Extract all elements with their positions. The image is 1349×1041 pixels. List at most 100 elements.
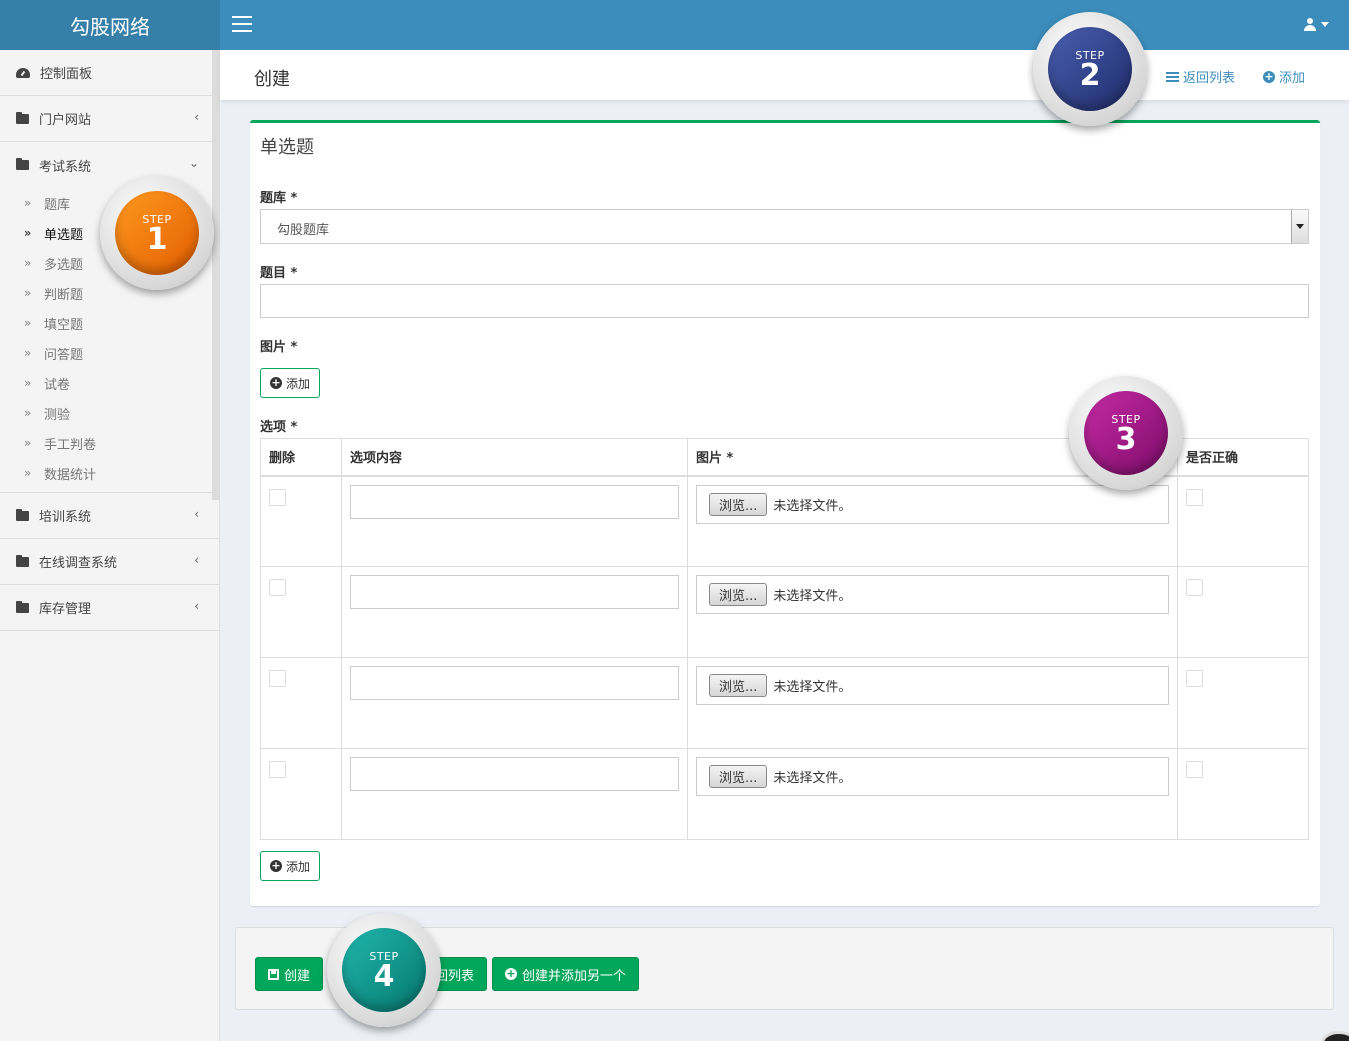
submenu-label: 多选题: [44, 257, 84, 273]
create-button[interactable]: 创建: [255, 957, 324, 991]
sidebar-item-exam[interactable]: 考试系统 ⌄: [0, 142, 219, 188]
submenu-item-quiz[interactable]: » 测验: [0, 398, 219, 428]
double-angle-icon: »: [24, 196, 32, 210]
table-row: 浏览... 未选择文件。: [260, 748, 1309, 840]
col-option-content: 选项内容: [341, 438, 688, 477]
table-row: 浏览... 未选择文件。: [260, 475, 1309, 567]
content-header: 创建 返回列表 + 添加: [220, 50, 1349, 100]
bank-label: 题库 *: [260, 191, 298, 206]
browse-button[interactable]: 浏览...: [709, 492, 768, 516]
double-angle-icon: »: [24, 316, 32, 330]
sidebar-item-label: 在线调查系统: [39, 556, 118, 571]
chevron-left-icon: ‹: [194, 599, 199, 613]
delete-checkbox[interactable]: [269, 761, 286, 778]
submenu-item-paper[interactable]: » 试卷: [0, 368, 219, 398]
dropdown-arrow-icon[interactable]: [1291, 210, 1308, 243]
delete-checkbox[interactable]: [269, 488, 286, 506]
option-content-input[interactable]: [350, 666, 679, 700]
double-angle-icon: »: [24, 406, 32, 420]
submenu-item-manual-grading[interactable]: » 手工判卷: [0, 428, 219, 458]
submenu-item-qa[interactable]: » 问答题: [0, 338, 219, 368]
double-angle-icon: »: [24, 256, 32, 270]
step-3-badge: STEP 3: [1069, 376, 1183, 490]
header-add-link[interactable]: + 添加: [1262, 67, 1305, 86]
sidebar-item-portal[interactable]: 门户网站 ‹: [0, 96, 219, 142]
brand-logo[interactable]: 勾股网络: [0, 0, 220, 50]
file-input[interactable]: 浏览... 未选择文件。: [696, 484, 1169, 524]
back-to-list-link[interactable]: 返回列表: [1165, 67, 1235, 86]
step-1-badge: STEP 1: [100, 176, 214, 290]
is-correct-checkbox[interactable]: [1186, 579, 1203, 596]
bank-select-value: 勾股题库: [277, 223, 330, 238]
plus-circle-icon: +: [1262, 69, 1275, 83]
file-input[interactable]: 浏览... 未选择文件。: [696, 757, 1169, 796]
browse-button[interactable]: 浏览...: [709, 674, 768, 697]
brand-text: 勾股网络: [70, 14, 150, 39]
submenu-label: 填空题: [44, 317, 84, 333]
chevron-down-icon: ⌄: [188, 156, 199, 170]
list-icon: [1165, 71, 1179, 82]
is-correct-checkbox[interactable]: [1186, 761, 1203, 778]
add-option-label: 添加: [285, 859, 310, 874]
submenu-label: 问答题: [44, 347, 84, 363]
back-to-list-label: 返回列表: [1182, 71, 1235, 86]
chevron-left-icon: ‹: [194, 110, 199, 124]
submenu-label: 测验: [44, 407, 71, 423]
sidebar-item-dashboard[interactable]: 控制面板: [0, 50, 219, 96]
sidebar-item-inventory[interactable]: 库存管理 ‹: [0, 585, 219, 631]
step-2-badge: STEP 2: [1033, 12, 1147, 126]
sidebar-item-training[interactable]: 培训系统 ‹: [0, 493, 219, 539]
browse-button[interactable]: 浏览...: [709, 583, 768, 606]
create-add-another-label: 创建并添加另一个: [522, 968, 627, 984]
header-add-label: 添加: [1278, 71, 1305, 86]
folder-icon: [16, 111, 29, 124]
menu-toggle-icon[interactable]: [232, 16, 252, 32]
step-number: 4: [373, 958, 395, 994]
file-input[interactable]: 浏览... 未选择文件。: [696, 666, 1169, 705]
table-row: 浏览... 未选择文件。: [260, 566, 1309, 658]
corner-widget[interactable]: [1321, 1031, 1349, 1041]
add-option-button[interactable]: + 添加: [260, 851, 320, 881]
step-number: 1: [146, 221, 168, 257]
add-image-label: 添加: [285, 376, 310, 391]
user-menu[interactable]: [1304, 18, 1329, 31]
user-icon: [1304, 18, 1316, 31]
is-correct-checkbox[interactable]: [1186, 488, 1203, 506]
folder-icon: [16, 600, 29, 613]
delete-checkbox[interactable]: [269, 670, 286, 687]
submenu-item-statistics[interactable]: » 数据统计: [0, 458, 219, 488]
submenu-item-fill-blank[interactable]: » 填空题: [0, 308, 219, 338]
submenu-item-true-false[interactable]: » 判断题: [0, 278, 219, 308]
create-label: 创建: [284, 968, 311, 984]
col-delete: 删除: [260, 438, 342, 477]
sidebar-item-label: 库存管理: [39, 602, 92, 617]
bank-select[interactable]: 勾股题库: [260, 209, 1309, 244]
plus-circle-icon: +: [269, 859, 282, 872]
chevron-left-icon: ‹: [194, 553, 199, 567]
create-and-add-another-button[interactable]: + 创建并添加另一个: [492, 957, 640, 991]
caret-down-icon: [1321, 22, 1329, 27]
question-label: 题目 *: [260, 266, 298, 281]
option-content-input[interactable]: [350, 484, 679, 519]
add-image-button[interactable]: + 添加: [260, 368, 320, 398]
table-row: 浏览... 未选择文件。: [260, 657, 1309, 749]
file-input[interactable]: 浏览... 未选择文件。: [696, 575, 1169, 614]
is-correct-checkbox[interactable]: [1186, 670, 1203, 687]
image-label: 图片 *: [260, 340, 298, 355]
no-file-text: 未选择文件。: [773, 680, 852, 695]
question-input[interactable]: [260, 284, 1309, 318]
step-4-badge: STEP 4: [327, 913, 441, 1027]
option-content-input[interactable]: [350, 757, 679, 791]
option-content-input[interactable]: [350, 575, 679, 609]
browse-button[interactable]: 浏览...: [709, 765, 768, 788]
no-file-text: 未选择文件。: [773, 771, 852, 786]
delete-checkbox[interactable]: [269, 579, 286, 596]
plus-circle-icon: +: [269, 376, 282, 389]
save-icon: [268, 968, 279, 980]
sidebar-item-survey[interactable]: 在线调查系统 ‹: [0, 539, 219, 585]
double-angle-icon: »: [24, 376, 32, 390]
folder-icon: [16, 508, 29, 521]
box-title: 单选题: [260, 137, 314, 158]
double-angle-icon: »: [24, 286, 32, 300]
folder-icon: [16, 554, 29, 567]
